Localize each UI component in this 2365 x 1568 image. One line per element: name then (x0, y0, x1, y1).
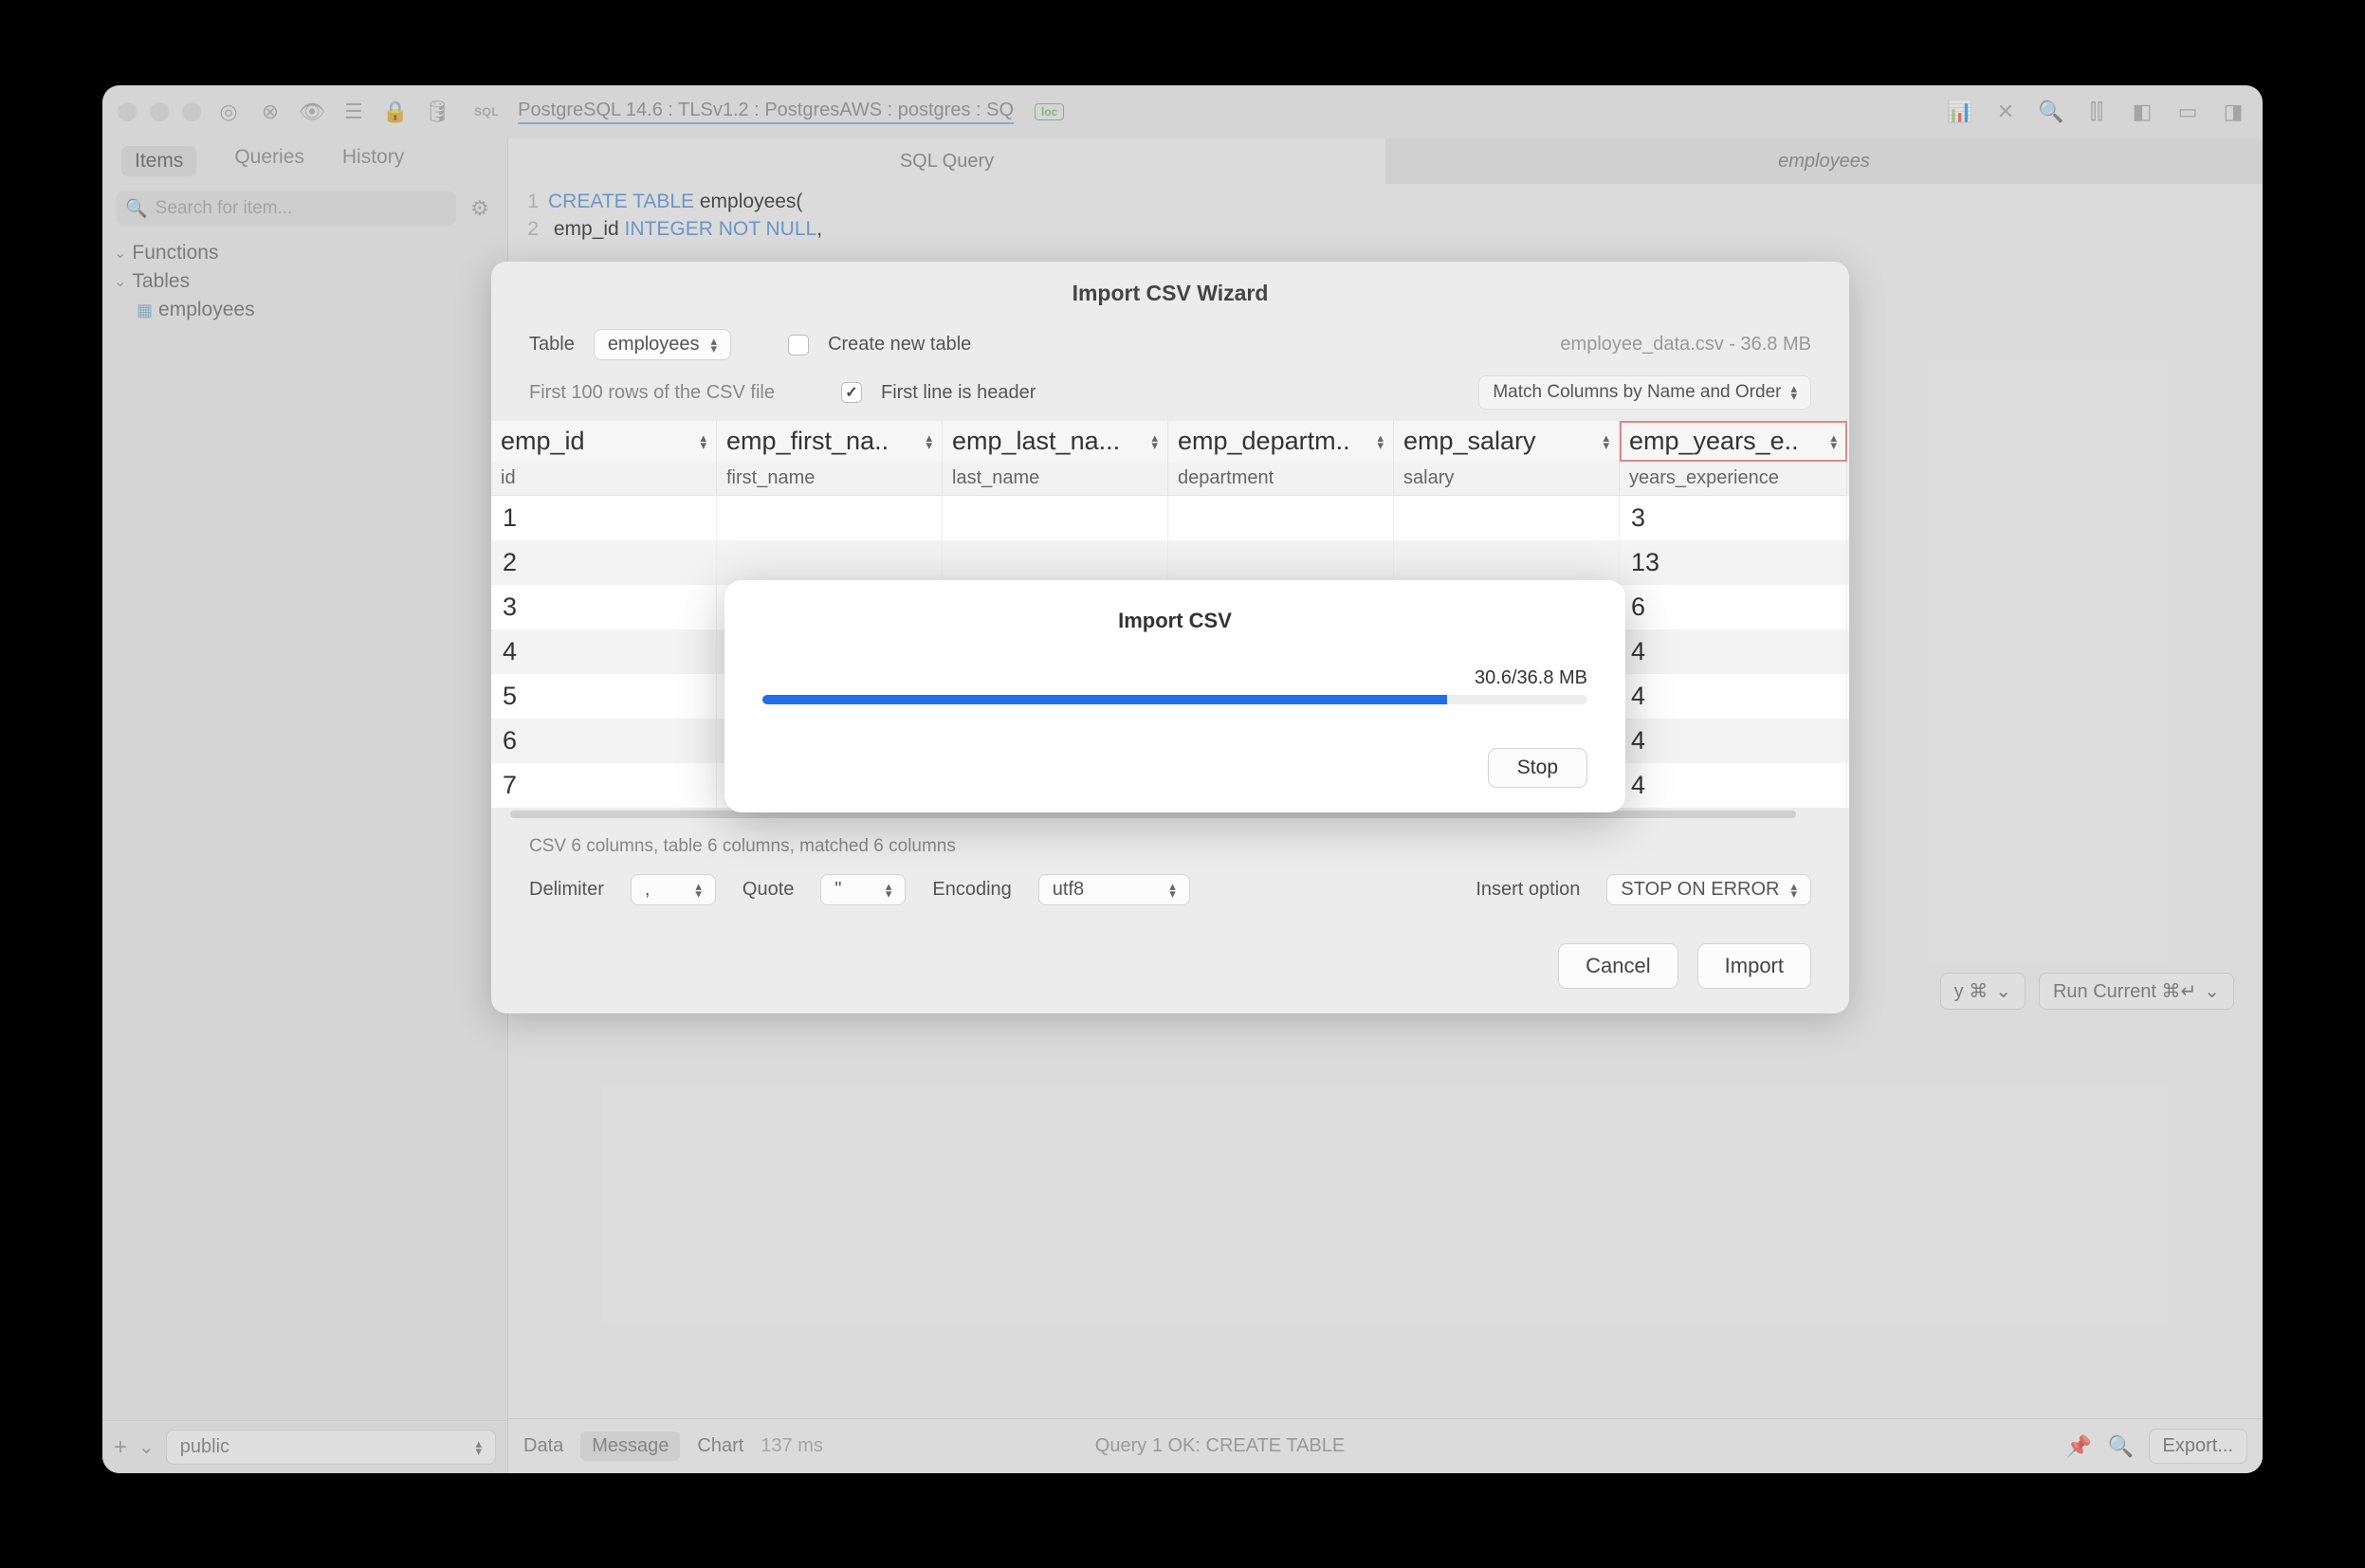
table-cell: 6 (491, 719, 717, 763)
column-subheader: first_name (717, 462, 943, 496)
table-cell (717, 496, 943, 540)
column-header[interactable]: emp_salary▴▾ (1394, 421, 1620, 462)
progress-title: Import CSV (762, 609, 1587, 633)
table-select[interactable]: employees ▴▾ (594, 329, 731, 360)
progress-bar (762, 695, 1587, 704)
table-cell: 1 (491, 496, 717, 540)
first-line-header-checkbox[interactable] (841, 382, 862, 403)
column-header[interactable]: emp_departm..▴▾ (1168, 421, 1394, 462)
quote-select[interactable]: "▴▾ (820, 874, 906, 905)
table-cell: 3 (491, 585, 717, 629)
table-cell: 4 (1620, 763, 1847, 808)
progress-bytes: 30.6/36.8 MB (762, 667, 1587, 689)
table-cell (1168, 540, 1394, 585)
create-new-checkbox[interactable] (788, 335, 809, 356)
file-meta: employee_data.csv - 36.8 MB (1560, 334, 1811, 356)
insert-option-select[interactable]: STOP ON ERROR▴▾ (1606, 874, 1811, 905)
progress-modal: Import CSV 30.6/36.8 MB Stop (724, 580, 1625, 812)
table-label: Table (529, 334, 575, 356)
table-cell: 7 (491, 763, 717, 808)
delimiter-select[interactable]: ,▴▾ (631, 874, 716, 905)
table-cell: 5 (491, 674, 717, 719)
table-cell: 4 (1620, 674, 1847, 719)
progress-fill (762, 695, 1447, 704)
insert-option-label: Insert option (1476, 879, 1580, 901)
delimiter-label: Delimiter (529, 879, 604, 901)
import-button[interactable]: Import (1697, 943, 1811, 989)
app-window: ◎ ⊗ 👁 ☰ 🔒 🛢 SQL PostgreSQL 14.6 : TLSv1.… (102, 85, 2263, 1473)
create-new-label: Create new table (828, 334, 971, 356)
table-cell (943, 496, 1168, 540)
first-line-header-label: First line is header (881, 382, 1036, 404)
match-mode-select[interactable]: Match Columns by Name and Order ▴▾ (1478, 375, 1811, 410)
stop-button[interactable]: Stop (1488, 748, 1587, 788)
table-cell: 13 (1620, 540, 1847, 585)
table-row[interactable]: 2 13 (491, 540, 1849, 585)
column-subheader: last_name (943, 462, 1168, 496)
table-cell (1394, 496, 1620, 540)
column-header[interactable]: emp_id▴▾ (491, 421, 717, 462)
table-cell (717, 540, 943, 585)
encoding-label: Encoding (932, 879, 1011, 901)
table-cell: 4 (1620, 719, 1847, 763)
column-header[interactable]: emp_first_na..▴▾ (717, 421, 943, 462)
table-cell: 4 (491, 629, 717, 674)
column-subheader: salary (1394, 462, 1620, 496)
column-header[interactable]: emp_years_e..▴▾ (1620, 421, 1847, 462)
column-subheader: years_experience (1620, 462, 1847, 496)
first-rows-label: First 100 rows of the CSV file (529, 382, 775, 404)
table-cell (1168, 496, 1394, 540)
cancel-button[interactable]: Cancel (1558, 943, 1678, 989)
table-row[interactable]: 13 (491, 496, 1849, 540)
table-cell: 6 (1620, 585, 1847, 629)
column-subheader: id (491, 462, 717, 496)
table-cell (1394, 540, 1620, 585)
quote-label: Quote (742, 879, 794, 901)
encoding-select[interactable]: utf8▴▾ (1038, 874, 1190, 905)
table-cell: 3 (1620, 496, 1847, 540)
table-cell (943, 540, 1168, 585)
table-cell: 4 (1620, 629, 1847, 674)
table-cell: 2 (491, 540, 717, 585)
wizard-title: Import CSV Wizard (491, 262, 1849, 319)
column-header[interactable]: emp_last_na...▴▾ (943, 421, 1168, 462)
column-subheader: department (1168, 462, 1394, 496)
column-summary: CSV 6 columns, table 6 columns, matched … (491, 821, 1849, 861)
